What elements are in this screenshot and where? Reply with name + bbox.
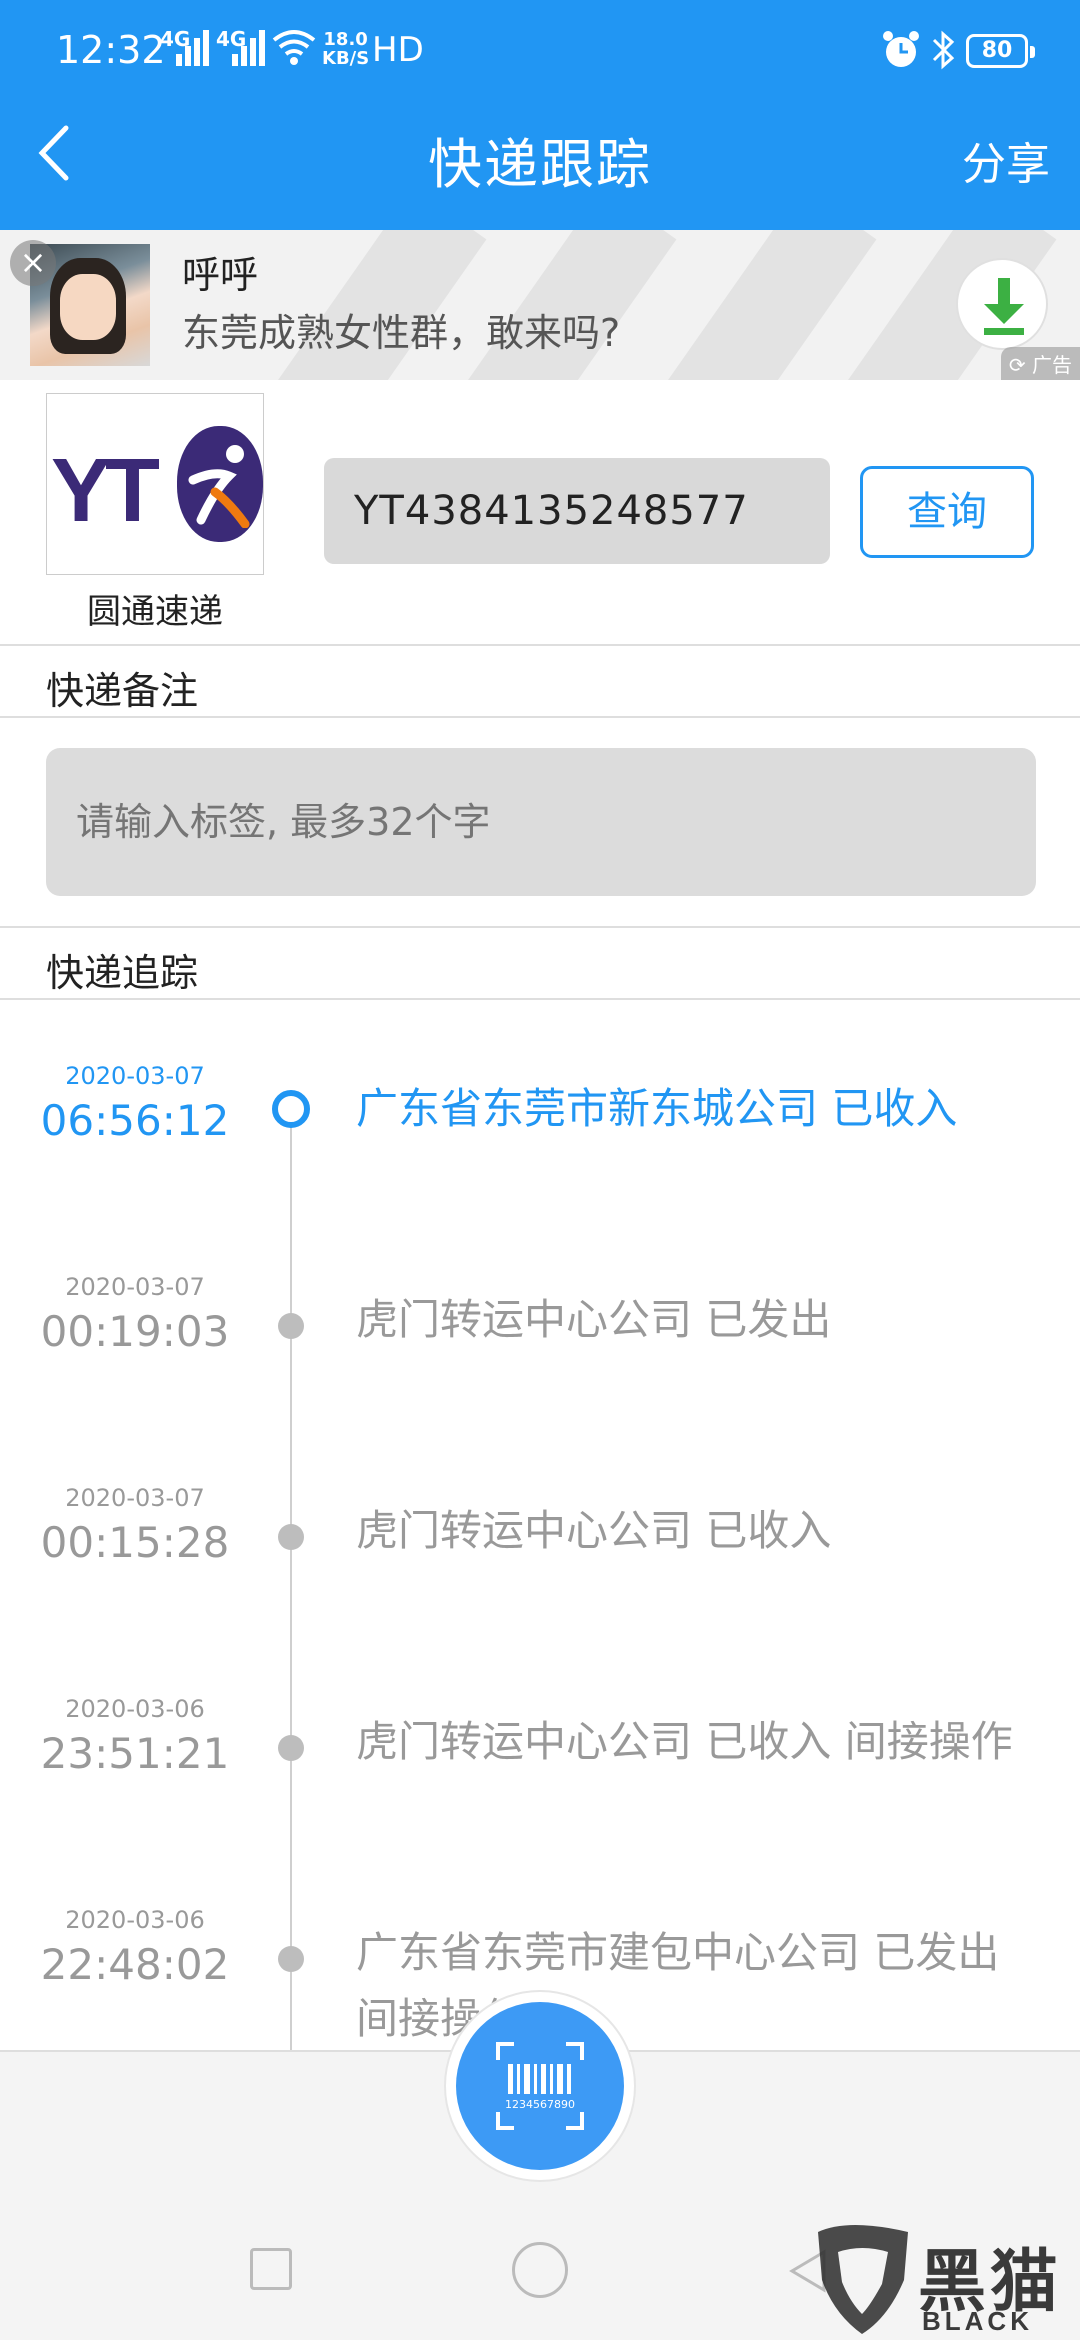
notes-section-label: 快递备注 [46, 669, 199, 713]
ad-close-button[interactable]: × [10, 240, 56, 286]
query-button[interactable]: 查询 [860, 466, 1034, 558]
event-time: 00:15:28 [40, 1518, 230, 1567]
status-time: 12:32 [56, 28, 166, 72]
hd-indicator: HD [372, 30, 424, 70]
courier-name: 圆通速递 [87, 592, 223, 632]
timeline-dot [278, 1735, 304, 1761]
event-date: 2020-03-07 [65, 1484, 205, 1512]
event-time: 00:19:03 [40, 1307, 230, 1356]
status-bar: 12:32 4G 4G 18.0 KB/S HD 80 [0, 0, 1080, 100]
bluetooth-icon [932, 30, 955, 70]
event-text: 虎门转运中心公司 已收入 间接操作 [356, 1717, 1013, 1766]
logo-letters: YT [51, 441, 160, 541]
event-date: 2020-03-06 [65, 1695, 205, 1723]
ad-message: 东莞成熟女性群，敢来吗? [182, 311, 621, 355]
page-title: 快递跟踪 [428, 133, 652, 196]
ad-tag: ⟳ 广告 [1000, 347, 1080, 380]
event-text: 广东省东莞市新东城公司 已收入 [356, 1084, 958, 1133]
timeline-item: 2020-03-06 23:51:21 虎门转运中心公司 已收入 间接操作 [0, 1633, 1080, 1843]
timeline-item: 2020-03-07 06:56:12 广东省东莞市新东城公司 已收入 [0, 1000, 1080, 1210]
home-button[interactable] [512, 2242, 568, 2298]
barcode-scan-icon: 1234567890 [496, 2042, 584, 2130]
scan-barcode-button[interactable]: 1234567890 [456, 2002, 624, 2170]
note-input[interactable] [46, 748, 1036, 896]
event-date: 2020-03-06 [65, 1906, 205, 1934]
tracking-timeline: 2020-03-07 06:56:12 广东省东莞市新东城公司 已收入 2020… [0, 1000, 1080, 2050]
timeline-item: 2020-03-07 00:19:03 虎门转运中心公司 已发出 [0, 1211, 1080, 1421]
courier-logo-mark [177, 426, 263, 542]
ad-tag-label: 广告 [1032, 353, 1072, 377]
tracking-section-label: 快递追踪 [46, 951, 199, 995]
ad-banner[interactable]: × 呼呼 东莞成熟女性群，敢来吗? ⟳ 广告 [0, 230, 1080, 380]
download-button[interactable] [956, 258, 1048, 350]
event-text: 虎门转运中心公司 已发出 [356, 1295, 832, 1344]
divider [0, 716, 1080, 718]
wifi-icon [272, 30, 316, 65]
battery-indicator: 80 [966, 34, 1035, 68]
signal-icon [232, 30, 268, 66]
network-speed: 18.0 KB/S [322, 30, 369, 68]
event-date: 2020-03-07 [65, 1273, 205, 1301]
app-header: 12:32 4G 4G 18.0 KB/S HD 80 快递跟踪 分享 [0, 0, 1080, 230]
event-time: 23:51:21 [40, 1729, 230, 1778]
divider [0, 644, 1080, 646]
timeline-dot [278, 1946, 304, 1972]
alarm-icon [883, 31, 919, 67]
timeline-dot [278, 1524, 304, 1550]
timeline-dot [278, 1313, 304, 1339]
timeline-item: 2020-03-07 00:15:28 虎门转运中心公司 已收入 [0, 1422, 1080, 1632]
courier-logo-text: YT [51, 440, 160, 543]
signal-icon [176, 30, 212, 66]
courier-logo[interactable]: YT [46, 393, 264, 575]
event-text: 虎门转运中心公司 已收入 [356, 1506, 832, 1555]
event-time: 06:56:12 [40, 1096, 230, 1145]
barcode-number: 1234567890 [505, 2098, 575, 2111]
event-time: 22:48:02 [40, 1940, 230, 1989]
ad-name: 呼呼 [182, 253, 259, 297]
share-button[interactable]: 分享 [962, 128, 1050, 192]
recent-apps-button[interactable] [250, 2248, 292, 2290]
event-date: 2020-03-07 [65, 1062, 205, 1090]
timeline-dot-current [272, 1090, 310, 1128]
speed-value: 18.0 [323, 29, 368, 50]
download-icon [984, 278, 1024, 335]
speed-unit: KB/S [322, 48, 370, 69]
watermark-subtext: BLACK CAT [922, 2306, 1033, 2340]
tracking-number-input[interactable] [324, 458, 830, 564]
divider [0, 926, 1080, 928]
